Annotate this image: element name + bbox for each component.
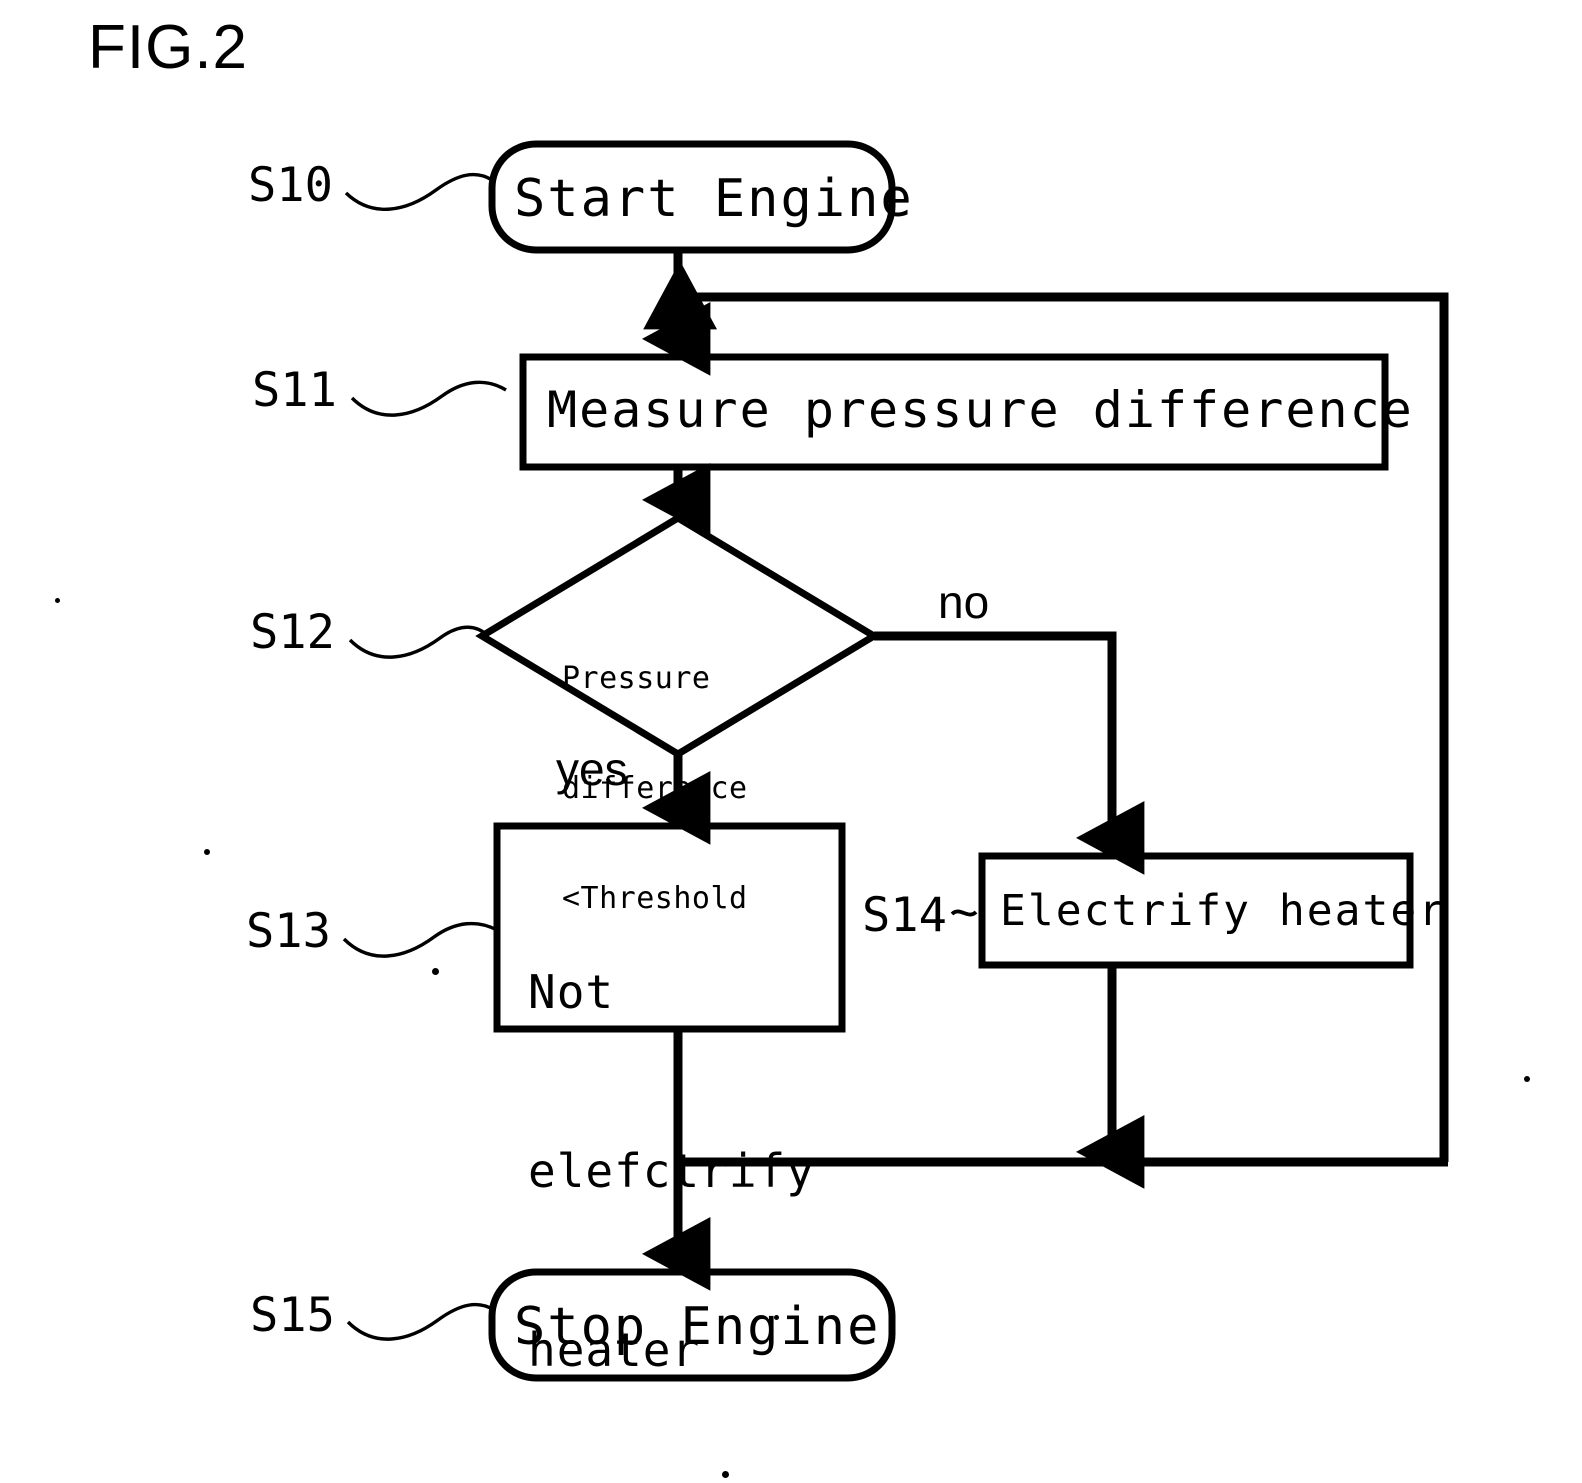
branch-label-yes: yes xyxy=(556,743,628,795)
node-label-s13-line2: elefctrify xyxy=(528,1143,815,1198)
node-label-s11: Measure pressure difference xyxy=(547,381,1414,439)
node-label-s15: Stop Engine xyxy=(514,1297,881,1357)
step-label-s14: S14 xyxy=(862,888,947,943)
step-label-s15: S15 xyxy=(250,1288,335,1343)
scan-speck xyxy=(432,968,439,975)
scan-speck xyxy=(204,849,210,855)
node-label-s12-line1: Pressure xyxy=(562,661,711,697)
step-label-s10: S10 xyxy=(248,158,333,213)
leader-line-s15 xyxy=(346,1302,495,1341)
edge-s12-no-to-s14 xyxy=(874,631,1145,875)
step-label-s12: S12 xyxy=(250,605,335,660)
step-label-s13: S13 xyxy=(246,904,331,959)
branch-label-no: no xyxy=(938,576,990,628)
step-label-s11: S11 xyxy=(252,363,337,418)
scan-speck xyxy=(1524,1076,1530,1082)
leader-line-s12 xyxy=(348,625,490,659)
node-label-s14: Electrify heater xyxy=(1000,886,1447,936)
node-label-s10: Start Engine xyxy=(514,169,914,229)
leader-line-s14 xyxy=(950,909,978,917)
leader-line-s11 xyxy=(350,380,507,417)
scan-speck xyxy=(55,598,60,603)
leader-line-s10 xyxy=(344,172,493,211)
node-label-s13-line1: Not xyxy=(528,964,615,1019)
scan-speck xyxy=(774,1315,779,1320)
figure-canvas: FIG.2 Start Engine Measure pressure diff… xyxy=(0,0,1582,1483)
leader-line-s13 xyxy=(342,921,498,958)
scan-speck xyxy=(722,1471,729,1478)
node-label-s13: Not elefctrify heater xyxy=(528,843,848,1483)
